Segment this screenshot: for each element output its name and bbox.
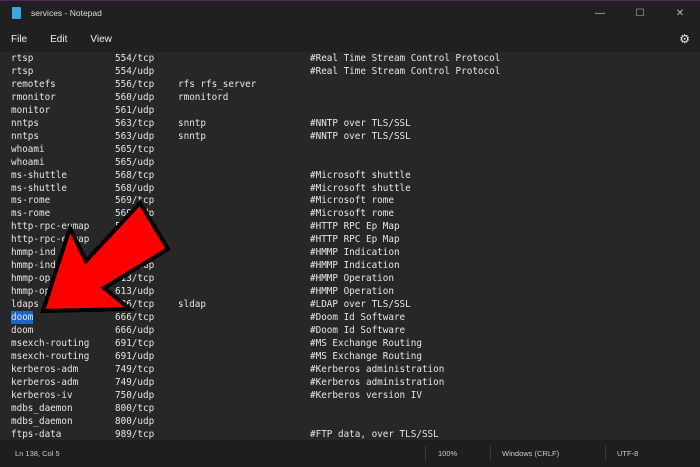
cursor-position: Ln 138, Col 5 bbox=[15, 449, 60, 458]
encoding: UTF-8 bbox=[617, 449, 639, 458]
zoom-level: 100% bbox=[438, 449, 458, 458]
red-arrow-annotation bbox=[40, 199, 171, 314]
line-ending: Windows (CRLF) bbox=[502, 449, 560, 458]
status-bar: Ln 138, Col 5 100% Windows (CRLF) UTF-8 bbox=[0, 440, 700, 467]
